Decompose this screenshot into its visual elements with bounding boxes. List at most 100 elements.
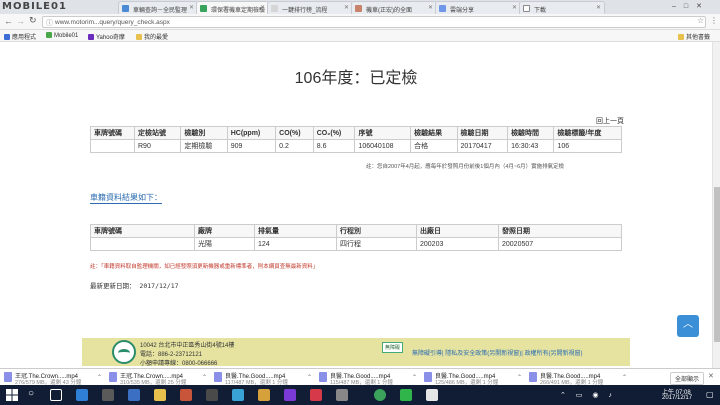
windows-start-icon[interactable] xyxy=(6,389,18,401)
task-view-icon[interactable] xyxy=(50,389,62,401)
header-station: 定檢站號 xyxy=(133,126,182,140)
page-title: 106年度：已定檢 xyxy=(294,70,418,87)
close-icon[interactable]: ✕ xyxy=(260,4,265,11)
tab-ranking[interactable]: 一鍵排行榜_流程 ✕ xyxy=(267,1,353,14)
close-icon[interactable]: ✕ xyxy=(189,4,194,11)
footer-service: 小額申請專線：0800-066666 xyxy=(140,361,218,367)
table-header-row: 車牌號碼 定檢站號 檢驗別 HC(ppm) CO(%) CO₂(%) 序號 檢驗… xyxy=(90,126,622,140)
header-manufacture-date: 出廠日 xyxy=(416,224,499,238)
scroll-top-button[interactable]: ︿ xyxy=(677,315,699,337)
header-serial: 序號 xyxy=(354,126,412,140)
video-file-icon xyxy=(529,372,537,382)
tab-strip: MOBILE01 車輛查詢－全民監理 ✕ 環保署機車定期檢驗 ✕ 一鍵排行榜_流… xyxy=(0,0,720,14)
menu-icon[interactable]: ⋮ xyxy=(710,16,718,25)
app-icon[interactable] xyxy=(310,389,322,401)
page-scrollbar[interactable] xyxy=(712,42,720,368)
download-item[interactable]: 良醫.The.Good.....mp4 266/491 MB，還剩 1 分鐘 ⌃ xyxy=(527,370,630,386)
tab-motorcycle[interactable]: 機車(正宏)的全面 ✕ xyxy=(351,1,437,14)
mail-icon[interactable] xyxy=(128,389,140,401)
cell-co2: 8.6 xyxy=(312,139,356,153)
close-icon[interactable]: ✕ xyxy=(596,4,601,11)
chevron-up-icon[interactable]: ⌃ xyxy=(517,374,522,381)
close-downloads-icon[interactable]: ✕ xyxy=(708,372,714,380)
accessibility-badge[interactable]: 無障礙 xyxy=(382,342,404,353)
bookmark-star-icon[interactable]: ☆ xyxy=(697,16,704,25)
scrollbar-thumb[interactable] xyxy=(714,187,720,342)
epa-logo-icon xyxy=(112,340,136,364)
chevron-up-icon[interactable]: ⌃ xyxy=(622,374,627,381)
app-icon[interactable] xyxy=(180,389,192,401)
url-text: www.motorim...query/query_check.aspx xyxy=(55,19,170,26)
minimize-icon[interactable]: – xyxy=(672,3,684,10)
reload-icon[interactable]: ↻ xyxy=(29,15,37,26)
page-info-icon[interactable]: ⓘ xyxy=(46,18,53,28)
cell-co: 0.2 xyxy=(275,139,314,153)
chevron-up-icon[interactable]: ⌃ xyxy=(412,374,417,381)
cell-time: 16:30:43 xyxy=(507,139,555,153)
cell-issue-date: 20020507 xyxy=(498,237,622,251)
close-icon[interactable]: ✕ xyxy=(428,4,433,11)
app-icon[interactable] xyxy=(426,389,438,401)
close-window-icon[interactable]: ✕ xyxy=(696,3,710,10)
app-icon[interactable] xyxy=(336,389,348,401)
system-tray: ⌃ ▭ ◉ ♪ xyxy=(560,392,616,399)
chevron-up-icon[interactable]: ⌃ xyxy=(97,374,102,381)
app-icon[interactable] xyxy=(206,389,218,401)
store-icon[interactable] xyxy=(102,389,114,401)
cell-result: 合格 xyxy=(410,139,458,153)
chrome-icon[interactable] xyxy=(374,389,386,401)
video-file-icon xyxy=(4,372,12,382)
clock-date[interactable]: 2017/12/17 xyxy=(662,395,692,401)
table-row: R90 定期檢驗 909 0.2 8.6 106040108 合格 201704… xyxy=(90,139,622,153)
site-favicon-icon xyxy=(122,5,129,12)
tab-vehicle-query[interactable]: 車輛查詢－全民監理 ✕ xyxy=(118,1,198,14)
close-icon[interactable]: ✕ xyxy=(512,4,517,11)
tab-epa-inspection[interactable]: 環保署機車定期檢驗 ✕ xyxy=(196,1,269,14)
header-plate: 車牌號碼 xyxy=(90,126,135,140)
chevron-up-icon[interactable]: ⌃ xyxy=(307,374,312,381)
app-icon[interactable] xyxy=(232,389,244,401)
download-item[interactable]: 王冠.The.Crown.....mp4 310/535 MB，還剩 25 分鐘… xyxy=(107,370,210,386)
bookmark-mobile01[interactable]: Mobile01 xyxy=(46,32,78,39)
notification-icon[interactable]: ▢ xyxy=(706,390,714,399)
footer-links[interactable]: 無障礙引導| 隱私及安全政策(另開新視窗)| 政權所有(另開新視窗) xyxy=(412,348,582,357)
folder-icon xyxy=(678,34,684,40)
tab-downloads[interactable]: 下載 ✕ xyxy=(519,1,605,14)
table-header-row: 車牌號碼 廠牌 排氣量 行程別 出廠日 發照日期 xyxy=(90,224,622,238)
line-icon[interactable] xyxy=(400,389,412,401)
windows-taskbar: ○ ⌃ ▭ ◉ ♪ 上午 07:08 2017/12/17 ▢ xyxy=(0,385,720,405)
cell-label-year: 106 xyxy=(553,139,622,153)
chevron-up-icon[interactable]: ⌃ xyxy=(202,374,207,381)
bookmark-favorites[interactable]: 我的最愛 xyxy=(136,32,168,41)
app-icon[interactable] xyxy=(258,389,270,401)
back-link[interactable]: 回上一頁 xyxy=(596,116,624,126)
maximize-icon[interactable]: □ xyxy=(684,3,696,10)
download-item[interactable]: 王冠.The.Crown.....mp4 276/579 MB，還剩 43 分鐘… xyxy=(2,370,105,386)
bookmark-apps[interactable]: 應用程式 xyxy=(4,32,36,41)
file-explorer-icon[interactable] xyxy=(154,389,166,401)
app-icon[interactable] xyxy=(284,389,296,401)
bookmark-other[interactable]: 其他書籤 xyxy=(678,32,710,41)
download-item[interactable]: 良醫.The.Good.....mp4 117/487 MB，還剩 1 分鐘 ⌃ xyxy=(212,370,315,386)
inspection-table: 車牌號碼 定檢站號 檢驗別 HC(ppm) CO(%) CO₂(%) 序號 檢驗… xyxy=(90,126,622,153)
inspection-note: 註：您自2007年4月起，應每年於發照月份前後1個月內（4月~6月）實施排氣定檢 xyxy=(366,164,565,170)
address-input[interactable]: ⓘ www.motorim...query/query_check.aspx xyxy=(42,16,706,28)
download-item[interactable]: 良醫.The.Good.....mp4 125/486 MB，還剩 1 分鐘 ⌃ xyxy=(422,370,525,386)
registry-heading: 車籍資料結果如下： xyxy=(90,193,162,204)
header-type: 檢驗別 xyxy=(180,126,228,140)
download-item[interactable]: 良醫.The.Good.....mp4 115/487 MB，還剩 1 分鐘 ⌃ xyxy=(317,370,420,386)
mobile01-logo: MOBILE01 xyxy=(2,1,67,12)
tab-cloud-share[interactable]: 雲端分享 ✕ xyxy=(435,1,521,14)
show-all-downloads-button[interactable]: 全部顯示 xyxy=(670,372,705,385)
edge-icon[interactable] xyxy=(76,389,88,401)
close-icon[interactable]: ✕ xyxy=(344,4,349,11)
back-icon[interactable]: ← xyxy=(4,16,13,26)
video-file-icon xyxy=(319,372,327,382)
bookmark-yahoo[interactable]: Yahoo奇摩 xyxy=(88,32,125,41)
forward-icon[interactable]: → xyxy=(16,16,25,26)
footer-phone: 電話：886-2-23712121 xyxy=(140,352,203,358)
header-co2: CO₂(%) xyxy=(312,126,356,140)
header-date: 檢驗日期 xyxy=(456,126,509,140)
search-icon[interactable]: ○ xyxy=(28,388,34,399)
video-file-icon xyxy=(109,372,117,382)
